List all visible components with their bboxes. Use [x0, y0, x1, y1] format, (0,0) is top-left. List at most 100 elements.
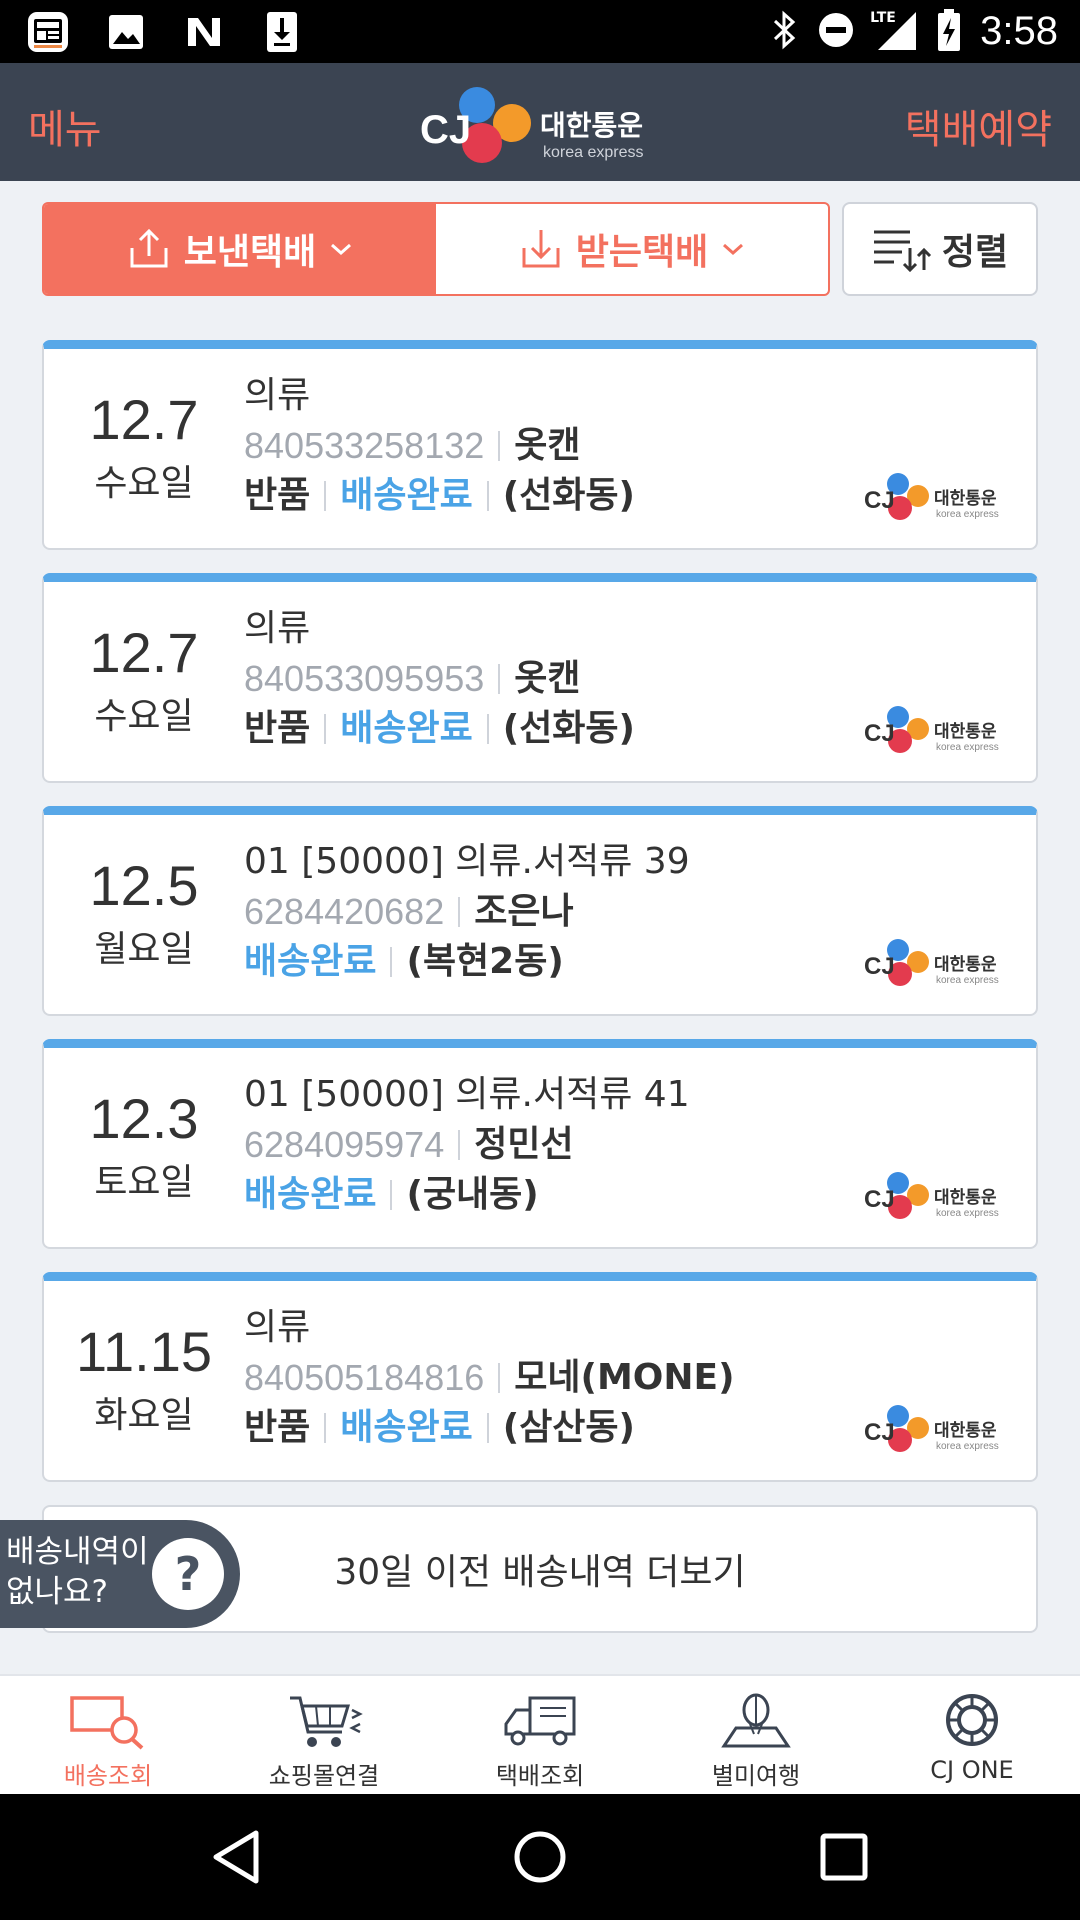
logo-cj-text: CJ [864, 1186, 895, 1213]
logo-title: 대한통운 [540, 109, 643, 142]
reserve-delivery-button[interactable]: 택배예약 [905, 97, 1052, 155]
item-description: 01 [50000] 의류.서적류 41 [244, 1074, 690, 1115]
nav-label: 택배조회 [495, 1762, 585, 1790]
delivery-status: 배송완료 [244, 1174, 377, 1215]
tab-sent-label: 보낸택배 [183, 232, 317, 273]
status-bar: LTE 3:58 [0, 0, 1080, 63]
battery-icon [936, 8, 962, 56]
cj-logo-small: CJ 대한통운 korea express [864, 939, 999, 986]
image-icon [102, 8, 150, 56]
home-icon[interactable] [510, 1827, 570, 1887]
chevron-down-icon [723, 243, 744, 256]
delivery-location: (복현2동) [406, 941, 564, 982]
nav-cj-one[interactable]: CJ ONE [864, 1676, 1080, 1794]
parcel-card[interactable]: 12.5 월요일 01 [50000] 의류.서적류 39 6284420682… [42, 806, 1038, 1016]
logo-subtitle: korea express [936, 1208, 999, 1219]
tab-sent[interactable]: 보낸택배 [44, 204, 436, 294]
delivery-status: 배송완료 [340, 475, 473, 516]
parcel-info: 01 [50000] 의류.서적류 41 6284095974 정민선 배송완료 (… [244, 1070, 690, 1220]
parcel-date: 12.5 월요일 [44, 853, 244, 972]
logo-title: 대한통운 [934, 722, 997, 742]
divider [390, 947, 393, 977]
chevron-down-icon [331, 243, 352, 256]
parcel-card[interactable]: 12.7 수요일 의류 840533258132 옷캔 반품 배송완료 (선화동) C… [42, 340, 1038, 550]
logo-cj-text: CJ [420, 108, 471, 152]
cj-logo-small: CJ 대한통운 korea express [864, 1405, 999, 1452]
item-description: 의류 [244, 608, 311, 649]
delivery-status: 배송완료 [340, 1407, 473, 1448]
download-icon [258, 8, 306, 56]
nav-gourmet-travel[interactable]: 별미여행 [648, 1676, 864, 1794]
tracking-number: 6284420682 [244, 891, 445, 932]
parcel-date: 11.15 화요일 [44, 1319, 244, 1438]
parcel-info: 의류 840505184816 모네(MONE) 반품 배송완료 (삼산동) [244, 1303, 735, 1453]
tracking-number: 840533095953 [244, 658, 485, 699]
tracking-number: 840505184816 [244, 1357, 485, 1398]
logo-cj-text: CJ [864, 1419, 895, 1446]
truck-icon [504, 1696, 576, 1746]
date-value: 11.15 [76, 1320, 212, 1383]
more-history-label: 30일 이전 배송내역 더보기 [334, 1552, 746, 1593]
divider [390, 1180, 393, 1210]
sort-icon [873, 230, 931, 272]
sort-button[interactable]: 정렬 [842, 202, 1038, 296]
logo-title: 대한통운 [934, 1421, 997, 1441]
parcel-card[interactable]: 11.15 화요일 의류 840505184816 모네(MONE) 반품 배송완료… [42, 1272, 1038, 1482]
menu-button[interactable]: 메뉴 [28, 97, 102, 155]
logo-subtitle: korea express [543, 144, 644, 161]
item-description: 의류 [244, 375, 311, 416]
divider [498, 431, 501, 461]
parcel-info: 의류 840533095953 옷캔 반품 배송완료 (선화동) [244, 604, 635, 754]
back-icon[interactable] [206, 1827, 266, 1887]
cj-logo-small: CJ 대한통운 korea express [864, 1172, 999, 1219]
date-value: 12.7 [89, 621, 199, 684]
search-delivery-icon [70, 1696, 144, 1750]
date-value: 12.7 [89, 388, 199, 451]
sender-name: 모네(MONE) [514, 1357, 735, 1398]
parcel-info: 01 [50000] 의류.서적류 39 6284420682 조은나 배송완료 (… [244, 837, 690, 987]
weekday: 월요일 [94, 929, 194, 970]
divider [498, 664, 501, 694]
tracking-number: 840533258132 [244, 425, 485, 466]
logo-subtitle: korea express [936, 509, 999, 520]
sender-name: 정민선 [474, 1124, 574, 1165]
news-app-icon [24, 8, 72, 56]
nav-parcel-lookup[interactable]: 택배조회 [432, 1676, 648, 1794]
divider [486, 481, 489, 511]
date-value: 12.3 [89, 1087, 199, 1150]
cj-logo-small: CJ 대한통운 korea express [864, 473, 999, 520]
help-line1: 배송내역이 [6, 1534, 149, 1570]
divider [324, 481, 327, 511]
divider [458, 897, 461, 927]
logo-cj-text: CJ [864, 953, 895, 980]
signal-icon: LTE [870, 8, 918, 56]
delivery-location: (삼산동) [502, 1407, 636, 1448]
weekday: 화요일 [94, 1395, 194, 1436]
delivery-location: (선화동) [502, 475, 636, 516]
delivery-location: (궁내동) [406, 1174, 539, 1215]
delivery-status: 배송완료 [244, 941, 377, 982]
parcel-card[interactable]: 12.3 토요일 01 [50000] 의류.서적류 41 6284095974… [42, 1039, 1038, 1249]
nav-shopping-connect[interactable]: 쇼핑몰연결 [216, 1676, 432, 1794]
cj-logo-small: CJ 대한통운 korea express [864, 706, 999, 753]
nav-label: 쇼핑몰연결 [268, 1762, 380, 1790]
parcel-date: 12.7 수요일 [44, 387, 244, 506]
help-no-history-button[interactable]: 배송내역이 없나요? ? [0, 1520, 240, 1628]
tab-received-label: 받는택배 [575, 232, 709, 273]
tab-received[interactable]: 받는택배 [436, 204, 828, 294]
parcel-card[interactable]: 12.7 수요일 의류 840533095953 옷캔 반품 배송완료 (선화동) C… [42, 573, 1038, 783]
divider [324, 1413, 327, 1443]
return-tag: 반품 [244, 1407, 311, 1448]
app-header: 메뉴 CJ 대한통운 korea express 택배예약 [0, 63, 1080, 181]
balloon-map-icon [721, 1693, 791, 1748]
nav-delivery-tracking[interactable]: 배송조회 [0, 1676, 216, 1794]
recents-icon[interactable] [814, 1827, 874, 1887]
return-tag: 반품 [244, 708, 311, 749]
divider [486, 1413, 489, 1443]
clock: 3:58 [980, 9, 1058, 53]
logo-subtitle: korea express [936, 975, 999, 986]
help-line2: 없나요? [6, 1574, 109, 1610]
delivery-status: 배송완료 [340, 708, 473, 749]
n-app-icon [180, 8, 228, 56]
item-description: 01 [50000] 의류.서적류 39 [244, 841, 690, 882]
